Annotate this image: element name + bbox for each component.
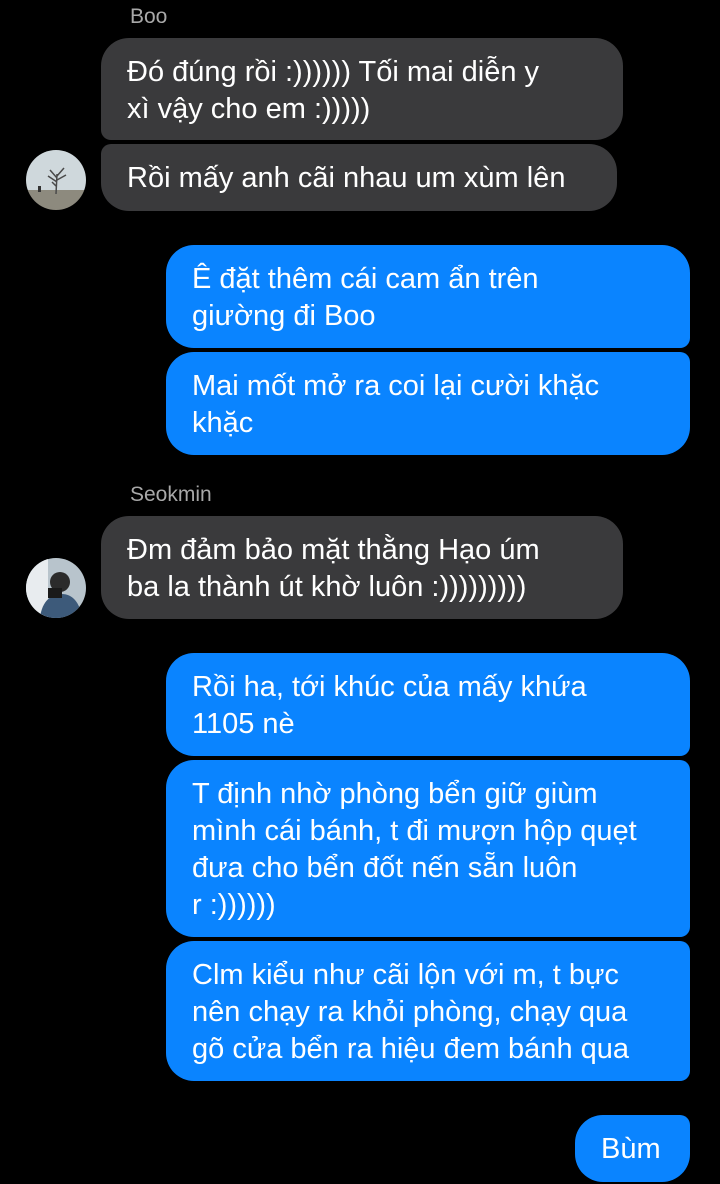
message-bubble-outgoing[interactable]: Bùm	[575, 1115, 690, 1182]
sender-name-boo: Boo	[130, 5, 168, 28]
message-bubble-outgoing[interactable]: T định nhờ phòng bển giữ giùm mình cái b…	[166, 760, 690, 937]
message-bubble-outgoing[interactable]: Ê đặt thêm cái cam ẩn trên giường đi Boo	[166, 245, 690, 348]
message-bubble-incoming[interactable]: Đm đảm bảo mặt thằng Hạo úm ba la thành …	[101, 516, 623, 619]
message-bubble-incoming[interactable]: Đó đúng rồi :)))))) Tối mai diễn y xì vậ…	[101, 38, 623, 140]
message-bubble-outgoing[interactable]: Rồi ha, tới khúc của mấy khứa 1105 nè	[166, 653, 690, 756]
tree-landscape-avatar-icon[interactable]	[26, 150, 86, 210]
chat-thread[interactable]: Boo Đó đúng rồi :)))))) Tối mai diễn y x…	[0, 0, 720, 1184]
message-bubble-outgoing[interactable]: Clm kiểu như cãi lộn với m, t bực nên ch…	[166, 941, 690, 1081]
message-bubble-outgoing[interactable]: Mai mốt mở ra coi lại cười khặc khặc	[166, 352, 690, 455]
sender-name-seokmin: Seokmin	[130, 483, 212, 506]
message-bubble-incoming[interactable]: Rồi mấy anh cãi nhau um xùm lên	[101, 144, 617, 211]
person-photo-avatar-icon[interactable]	[26, 558, 86, 618]
